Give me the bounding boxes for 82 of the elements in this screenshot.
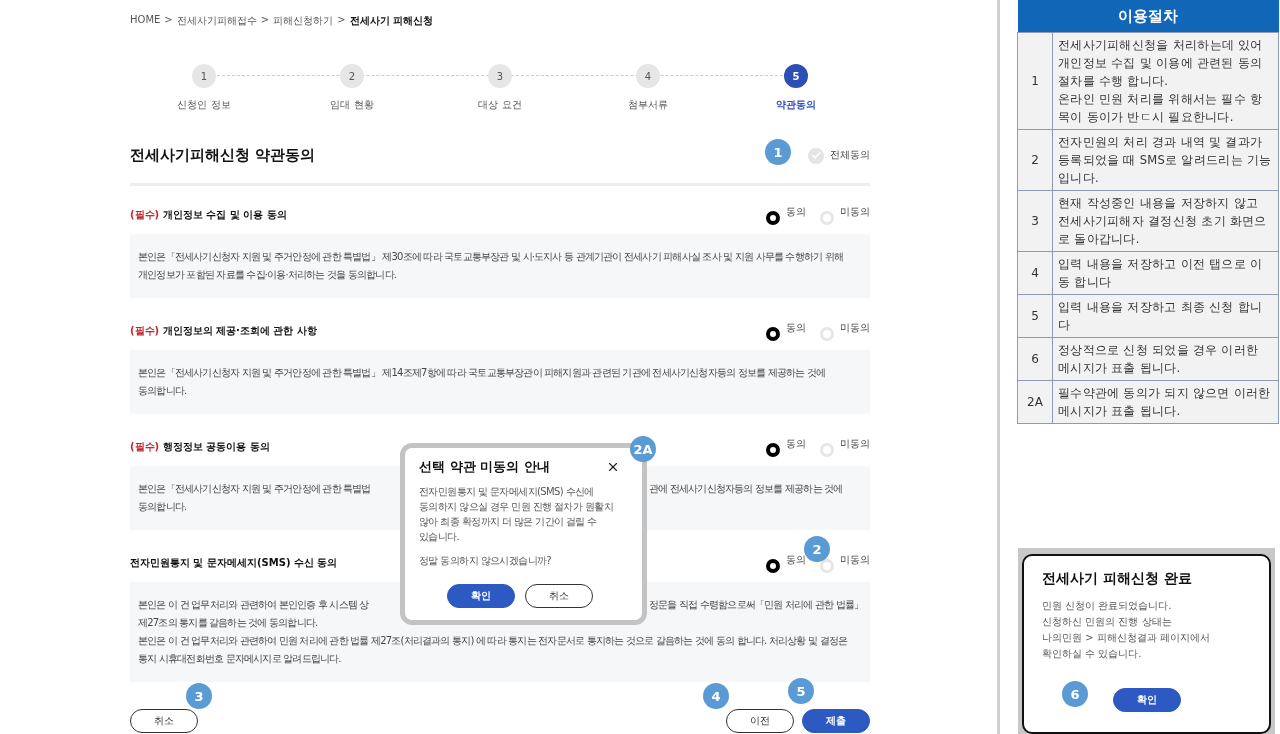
terms-text: 본인은「전세사기신청자 지원 및 주거안정에 관한 특별법 <box>138 482 371 496</box>
breadcrumb-separator: > <box>164 14 173 27</box>
step-badge: 2 <box>804 536 830 562</box>
radio-label: 동의 <box>786 553 806 567</box>
step-badge: 4 <box>703 683 729 709</box>
terms-text: 본인은「전세사기신청자 지원 및 주거안정에 관한 특별법」 제14조제7항에 따라 국토교통부장관이 피해지원과 관련된 기관에 전세사기신청자등의 정보를 제공하는 것에 <box>138 366 826 380</box>
terms-text: 제27조의 통지를 갈음하는 것에 동의합니다. <box>138 616 318 630</box>
table-cell: 5 <box>1017 294 1053 338</box>
section-title: (필수) 개인정보 수집 및 이용 동의 <box>130 208 287 222</box>
table-cell: 3 <box>1017 190 1053 252</box>
step-label: 임대 현황 <box>330 98 374 112</box>
section-title: 전자민원통지 및 문자메세지(SMS) 수신 동의 <box>130 556 338 570</box>
page-title: 전세사기피해신청 약관동의 <box>130 146 316 165</box>
agree-all-checkbox[interactable] <box>808 147 824 164</box>
terms-text: 본인은「전세사기신청자 지원 및 주거안정에 관한 특별법」 제30조에 따라 국토교통부장관 및 시·도지사 등 관계기관이 전세사기 피해사실 조사 및 지원 사무를 수행하기 위해 <box>138 250 844 264</box>
radio-button[interactable] <box>766 442 780 457</box>
dialog-title: 전세사기 피해신청 완료 <box>1042 570 1193 588</box>
table-cell: 1 <box>1017 32 1053 130</box>
section-title: (필수) 행정정보 공동이용 동의 <box>130 440 270 454</box>
radio-label: 미동의 <box>840 321 870 335</box>
step-badge: 1 <box>765 139 791 165</box>
terms-text: 본인은 이 건 업무처리와 관련하여 민원 처리에 관한 법률 제27조(처리결과의 통지) 에 따라 통지는 전자문서로 통지하는 것으로 갈음하는 것에 동의 합니다. 처리상황 및 결정은 <box>138 634 848 648</box>
terms-text: 정문을 직접 수령함으로써「민원 처리에 관한 법률」 <box>649 598 864 612</box>
table-cell: 2A <box>1017 380 1053 424</box>
terms-text: 본인은 이 건 업무처리와 관련하여 본인인증 후 시스템 상 <box>138 598 369 612</box>
table-cell: 현재 작성중인 내용을 저장하지 않고 전세사기피해자 결정신청 초기 화면으로 돌아갑니다. <box>1052 190 1279 252</box>
step-badge: 2A <box>630 436 656 462</box>
step-number[interactable]: 4 <box>636 64 660 88</box>
table-cell: 4 <box>1017 251 1053 295</box>
table-cell: 입력 내용을 저장하고 최종 신청 합니다 <box>1052 294 1279 338</box>
step-number[interactable]: 1 <box>192 64 216 88</box>
terms-text: 동의합니다. <box>138 500 187 514</box>
breadcrumb-separator: > <box>260 14 270 27</box>
table-cell: 입력 내용을 저장하고 이전 탭으로 이동 합니다 <box>1052 251 1279 295</box>
table-cell: 정상적으로 신청 되었을 경우 이러한 메시지가 표출 됩니다. <box>1052 337 1279 381</box>
radio-button[interactable] <box>766 558 780 573</box>
terms-text: 동의합니다. <box>138 384 187 398</box>
section-title: (필수) 개인정보의 제공·조회에 관한 사항 <box>130 324 317 338</box>
breadcrumb-item[interactable]: HOME <box>130 14 161 36</box>
step-number[interactable]: 5 <box>784 64 808 88</box>
radio-label: 동의 <box>786 321 806 335</box>
previous-button[interactable]: 이전 <box>726 709 794 733</box>
agree-all-label: 전체동의 <box>830 149 870 162</box>
dialog-message: 전자민원통지 및 문자메세지(SMS) 수신에 동의하지 않으실 경우 민원 진행 절차가 원활치 않아 최종 확정까지 더 많은 기간이 걸릴 수 있습니다. <box>419 485 615 544</box>
step-label: 약관동의 <box>776 98 816 112</box>
confirm-button[interactable]: 확인 <box>1112 688 1181 712</box>
table-cell: 필수약관에 동의가 되지 않으면 이러한 메시지가 표출 됩니다. <box>1052 380 1279 424</box>
check-icon <box>810 150 822 161</box>
cancel-button[interactable]: 취소 <box>524 584 593 608</box>
breadcrumb-item: 전세사기 피해신청 <box>349 14 433 28</box>
terms-text: 통지 시휴대전화번호 문자메시지로 알려드립니다. <box>138 652 341 666</box>
step-badge: 5 <box>788 678 814 704</box>
radio-label: 동의 <box>786 437 806 451</box>
step-label: 첨부서류 <box>628 98 668 112</box>
step-number[interactable]: 3 <box>488 64 512 88</box>
breadcrumb-separator: > <box>337 14 346 27</box>
dialog-title: 선택 약관 미동의 안내 <box>419 458 550 476</box>
submit-button[interactable]: 제출 <box>802 709 870 733</box>
table-cell: 전세사기피해신청을 처리하는데 있어 개인정보 수집 및 이용에 관련된 동의 절차를 수행 합니다. 온라인 민원 처리를 위해서는 필수 항목이 동이가 반ㄷ시 필요한니다. <box>1052 32 1279 130</box>
breadcrumb-item[interactable]: 전세사기피해접수 <box>176 14 257 36</box>
close-icon[interactable] <box>606 460 620 474</box>
table-cell: 6 <box>1017 337 1053 381</box>
radio-label: 미동의 <box>840 205 870 219</box>
terms-text: 관에 전세사기신청자등의 정보를 제공하는 것에 <box>649 482 843 496</box>
breadcrumb-item[interactable]: 피해신청하기 <box>273 14 334 36</box>
radio-button[interactable] <box>766 210 780 225</box>
table-cell: 전자민원의 처리 경과 내역 및 결과가 등록되었을 때 SMS로 알려드리는 기능 입니다. <box>1052 129 1279 191</box>
table-header: 이용절차 <box>1017 0 1279 33</box>
dialog-question: 정말 동의하지 않으시겠습니까? <box>419 554 553 568</box>
radio-label: 동의 <box>786 205 806 219</box>
step-label: 신청인 정보 <box>177 98 231 112</box>
dialog-message: 민원 신청이 완료되었습니다. 신청하신 민원의 진행 상태는 나의민원 > 피해신청결과 페이지에서 확인하실 수 있습니다. <box>1042 599 1211 661</box>
radio-label: 미동의 <box>840 437 870 451</box>
step-number[interactable]: 2 <box>340 64 364 88</box>
radio-label: 미동의 <box>840 553 870 567</box>
cancel-button[interactable]: 취소 <box>130 709 198 733</box>
step-badge: 3 <box>186 683 212 709</box>
table-cell: 2 <box>1017 129 1053 191</box>
confirm-button[interactable]: 확인 <box>446 584 515 608</box>
radio-button[interactable] <box>766 326 780 341</box>
terms-text: 개인정보가 포함된 자료를 수집·이용·처리하는 것을 동의합니다. <box>138 268 397 282</box>
step-label: 대상 요건 <box>478 98 522 112</box>
